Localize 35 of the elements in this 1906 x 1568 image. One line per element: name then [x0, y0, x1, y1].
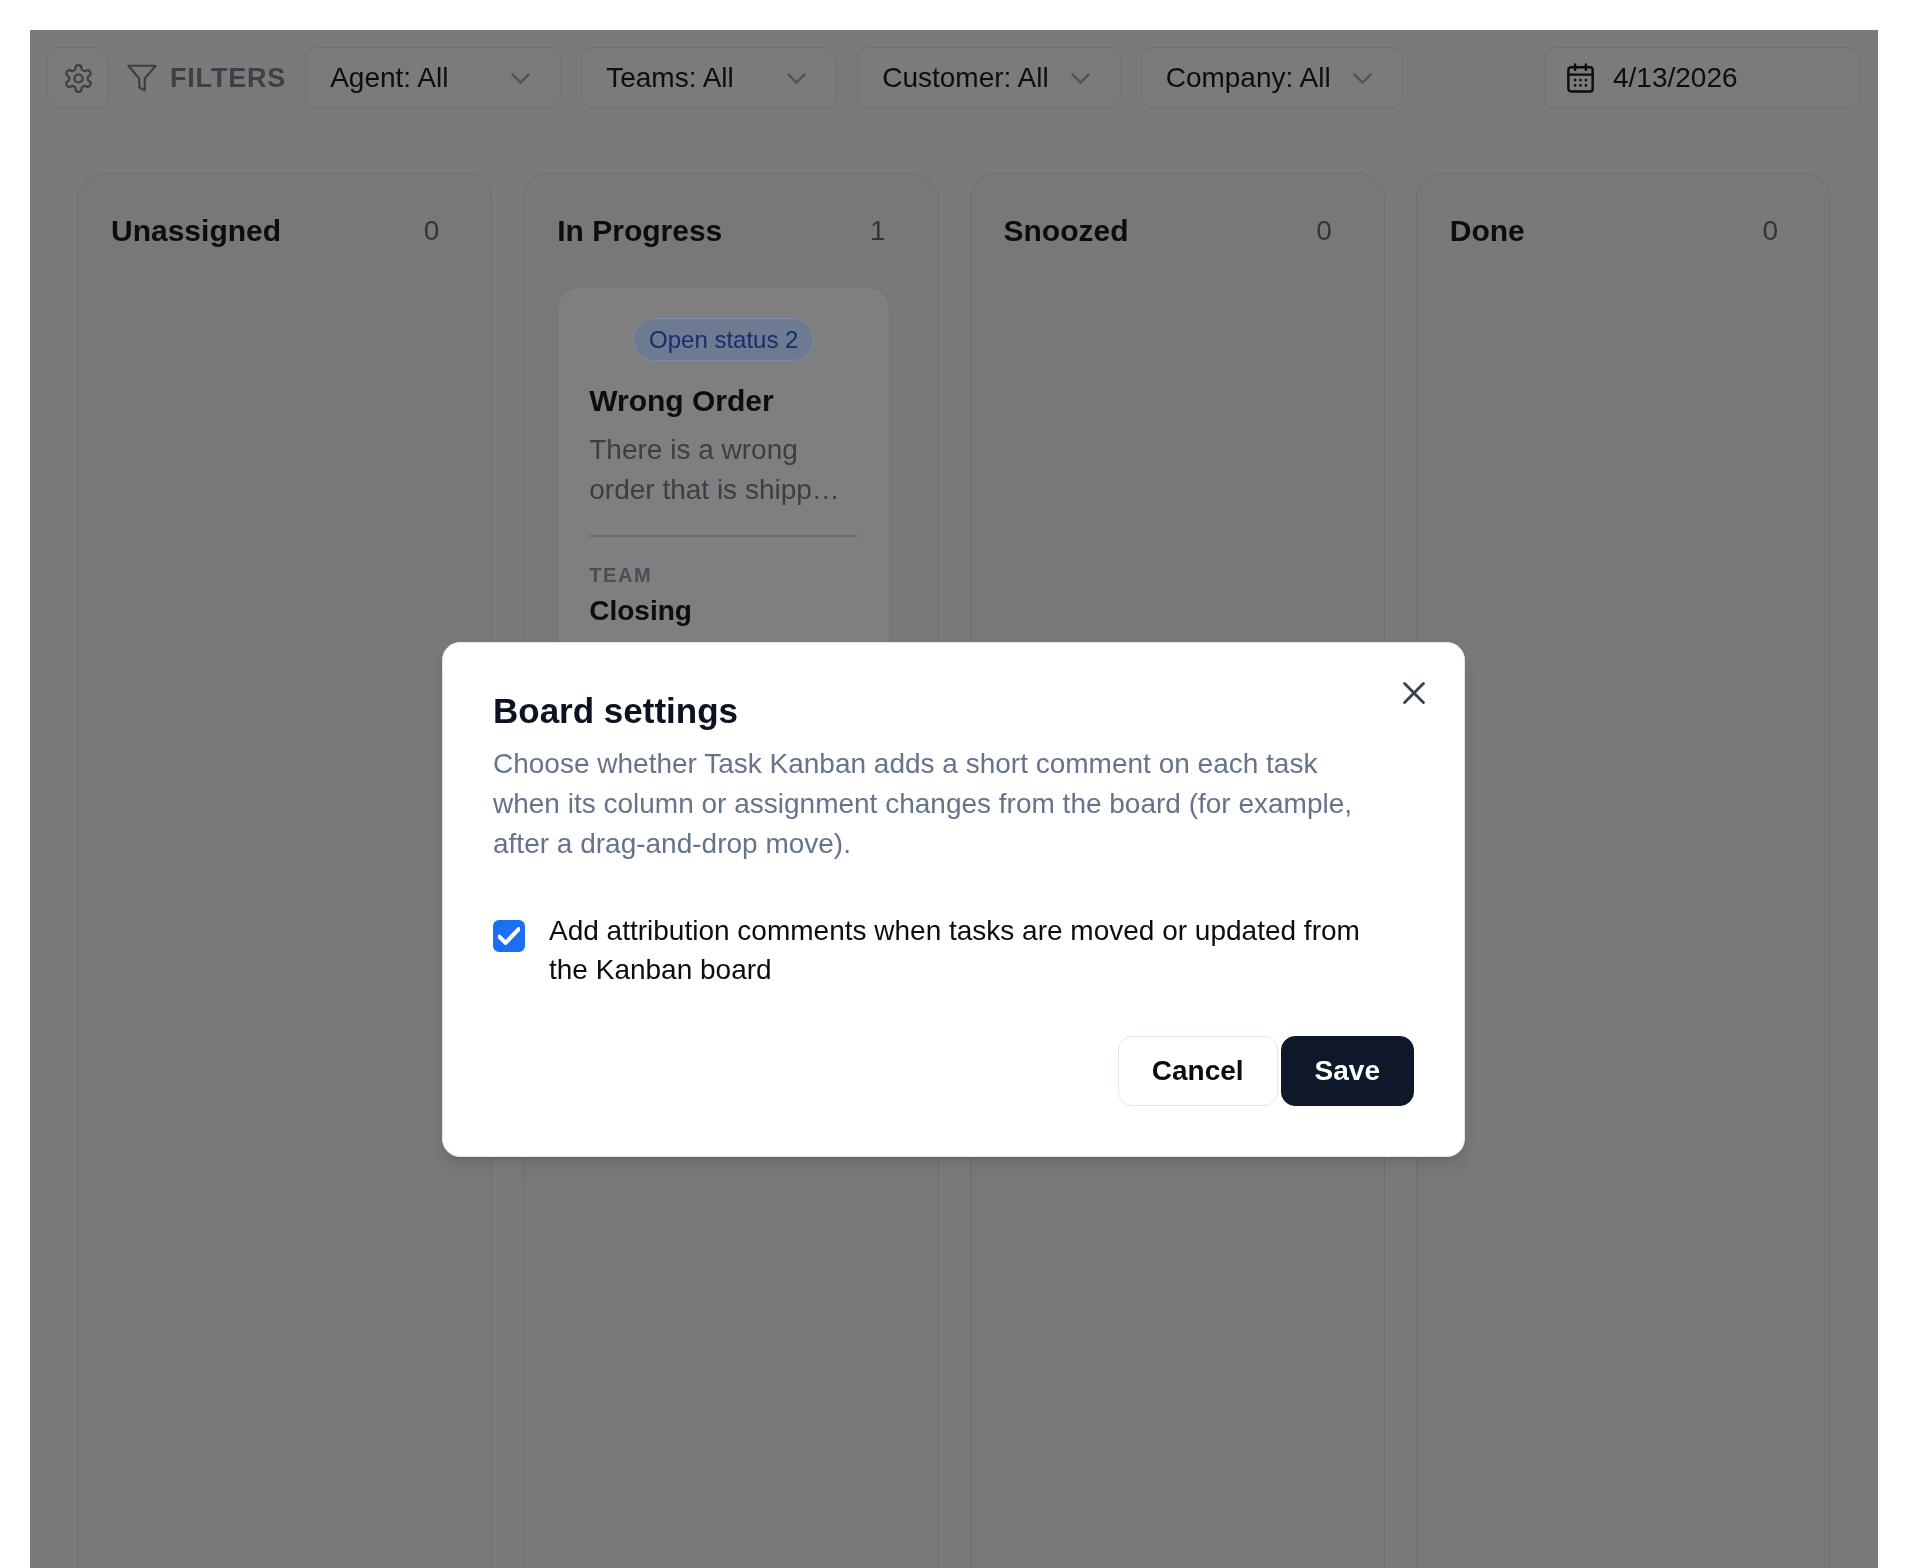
card-title: Wrong Order: [589, 383, 775, 419]
chevron-down-icon: [787, 72, 807, 84]
column-title: Done: [1449, 213, 1525, 249]
cancel-button[interactable]: Cancel: [1117, 1036, 1278, 1106]
settings-button[interactable]: [47, 47, 109, 109]
filter-dropdown[interactable]: Agent: All: [305, 47, 562, 109]
filters-label: FILTERS: [170, 62, 287, 95]
chevron-down-icon: [511, 72, 531, 84]
dialog-title: Board settings: [493, 690, 740, 732]
column-count: 0: [1316, 214, 1332, 248]
column-count: 0: [1762, 214, 1778, 248]
close-icon: [1403, 682, 1425, 704]
settings-icon: [64, 63, 92, 93]
status-badge: Open status 2: [633, 318, 815, 361]
check-icon: [498, 927, 520, 945]
checkbox-label: Add attribution comments when tasks are moved or updated from the Kanban board: [549, 914, 1361, 987]
column-count: 0: [423, 214, 440, 248]
column-title: In Progress: [557, 213, 723, 249]
save-button[interactable]: Save: [1280, 1036, 1414, 1106]
team-name: Closing: [589, 594, 693, 628]
checkbox[interactable]: [493, 920, 525, 952]
close-button[interactable]: [1403, 682, 1425, 704]
filter-dropdown[interactable]: Teams: All: [581, 47, 838, 109]
column-title: Unassigned: [111, 213, 282, 249]
filter-icon: [127, 64, 157, 92]
chevron-down-icon: [1352, 72, 1372, 84]
column-title: Snoozed: [1003, 213, 1129, 249]
chevron-down-icon: [1070, 72, 1090, 84]
filter-dropdown[interactable]: Customer: All: [857, 47, 1121, 109]
card-description: There is a wrong order that is shipp…: [589, 433, 841, 507]
filter-dropdown[interactable]: Company: All: [1140, 47, 1403, 109]
calendar-icon: [1567, 63, 1594, 93]
dialog-description: Choose whether Task Kanban adds a short comment on each task when its column or assignment changes from the board (for example, after a drag-and-drop move).: [493, 747, 1354, 861]
date-picker[interactable]: 4/13/2026: [1544, 47, 1860, 109]
column-count: 1: [869, 214, 886, 248]
